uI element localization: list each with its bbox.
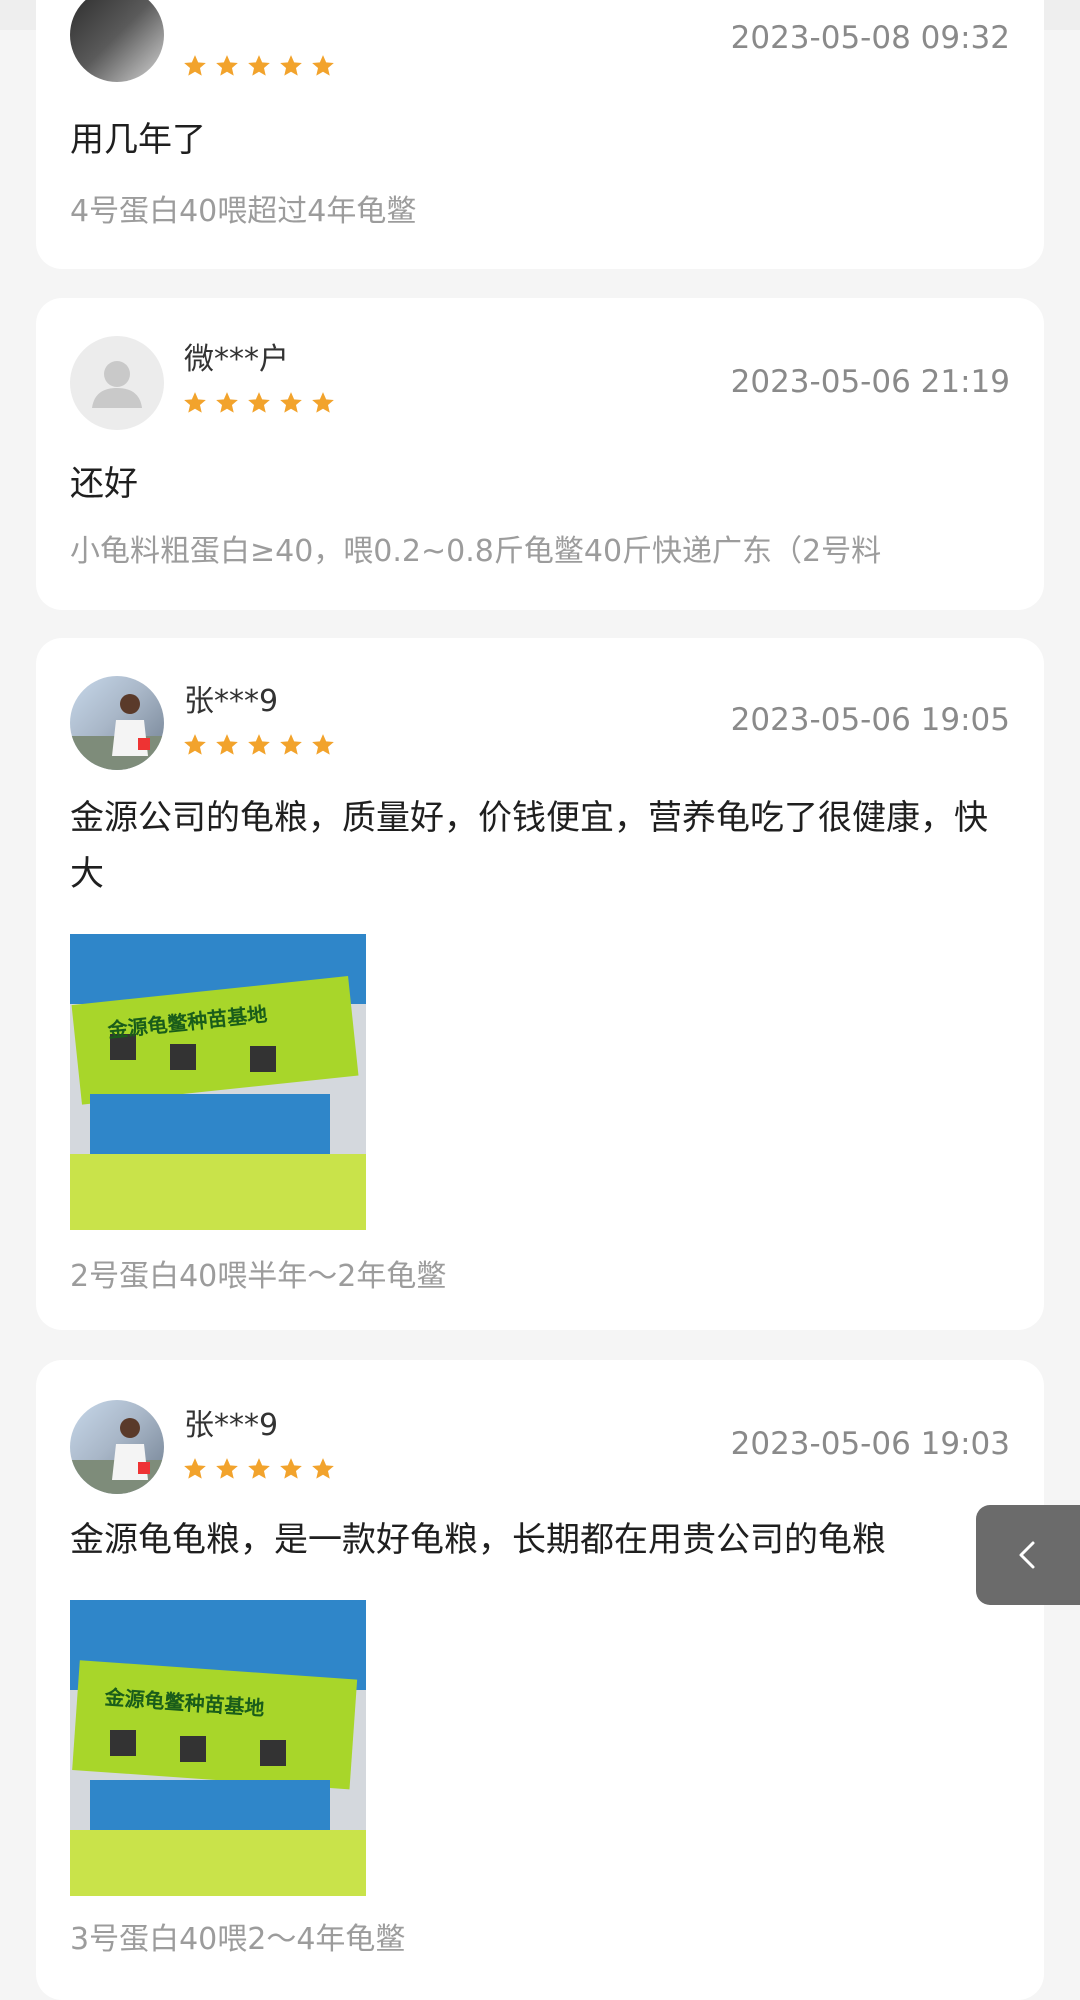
avatar[interactable] <box>70 0 164 82</box>
star-icon <box>248 734 270 755</box>
star-icon <box>312 392 334 413</box>
review-spec: 2号蛋白40喂半年～2年龟鳖 <box>70 1259 447 1294</box>
review-content: 用几年了 <box>70 120 206 160</box>
review-content: 还好 <box>70 464 138 504</box>
person-photo-icon <box>70 1418 164 1494</box>
review-card: 微***户 2023-05-06 21:19 还好 小龟料粗蛋白≥40，喂0.2… <box>36 298 1044 610</box>
star-icon <box>184 392 206 413</box>
review-photo[interactable]: 金源龟鳖种苗基地 <box>70 1600 366 1896</box>
review-username: 张***9 <box>184 1408 279 1443</box>
avatar[interactable] <box>70 676 164 770</box>
rating-stars <box>182 1456 336 1482</box>
star-icon <box>312 734 334 755</box>
rating-stars <box>182 732 336 758</box>
star-icon <box>248 392 270 413</box>
star-icon <box>312 55 334 76</box>
person-photo-icon <box>70 694 164 770</box>
review-date: 2023-05-06 19:05 <box>730 702 1010 738</box>
star-icon <box>184 1458 206 1479</box>
star-icon <box>216 55 238 76</box>
star-icon <box>248 1458 270 1479</box>
review-date: 2023-05-08 09:32 <box>730 20 1010 56</box>
star-icon <box>280 1458 302 1479</box>
feed-bag-photo: 金源龟鳖种苗基地 <box>70 934 366 1230</box>
star-icon <box>248 55 270 76</box>
star-icon <box>184 55 206 76</box>
star-icon <box>312 1458 334 1479</box>
rating-stars <box>182 390 336 416</box>
avatar[interactable] <box>70 336 164 430</box>
star-icon <box>280 55 302 76</box>
star-icon <box>216 392 238 413</box>
user-silhouette-icon <box>92 361 142 408</box>
star-icon <box>280 392 302 413</box>
rating-stars <box>182 53 336 79</box>
star-icon <box>216 1458 238 1479</box>
review-username: 微***户 <box>184 342 289 377</box>
chevron-left-icon <box>1019 1541 1035 1569</box>
review-content: 金源龟龟粮，是一款好龟粮，长期都在用贵公司的龟粮 <box>70 1520 886 1560</box>
feed-bag-photo: 金源龟鳖种苗基地 <box>70 1600 366 1896</box>
review-spec: 3号蛋白40喂2～4年龟鳖 <box>70 1922 406 1957</box>
review-username: 张***9 <box>184 684 279 719</box>
review-card: 张***9 2023-05-06 19:03 金源龟龟粮，是一款好龟粮，长期都在… <box>36 1360 1044 2000</box>
review-photo[interactable]: 金源龟鳖种苗基地 <box>70 934 366 1230</box>
review-date: 2023-05-06 21:19 <box>730 364 1010 400</box>
star-icon <box>280 734 302 755</box>
review-spec: 小龟料粗蛋白≥40，喂0.2~0.8斤龟鳖40斤快递广东（2号料 <box>70 534 882 569</box>
back-button[interactable] <box>976 1505 1080 1605</box>
star-icon <box>216 734 238 755</box>
star-icon <box>184 734 206 755</box>
review-spec: 4号蛋白40喂超过4年龟鳖 <box>70 194 417 229</box>
avatar[interactable] <box>70 1400 164 1494</box>
review-card: 2023-05-08 09:32 用几年了 4号蛋白40喂超过4年龟鳖 <box>36 0 1044 269</box>
review-date: 2023-05-06 19:03 <box>730 1426 1010 1462</box>
review-content: 金源公司的龟粮，质量好，价钱便宜，营养龟吃了很健康，快大 <box>70 798 988 894</box>
review-card: 张***9 2023-05-06 19:05 金源公司的龟粮，质量好，价钱便宜，… <box>36 638 1044 1330</box>
